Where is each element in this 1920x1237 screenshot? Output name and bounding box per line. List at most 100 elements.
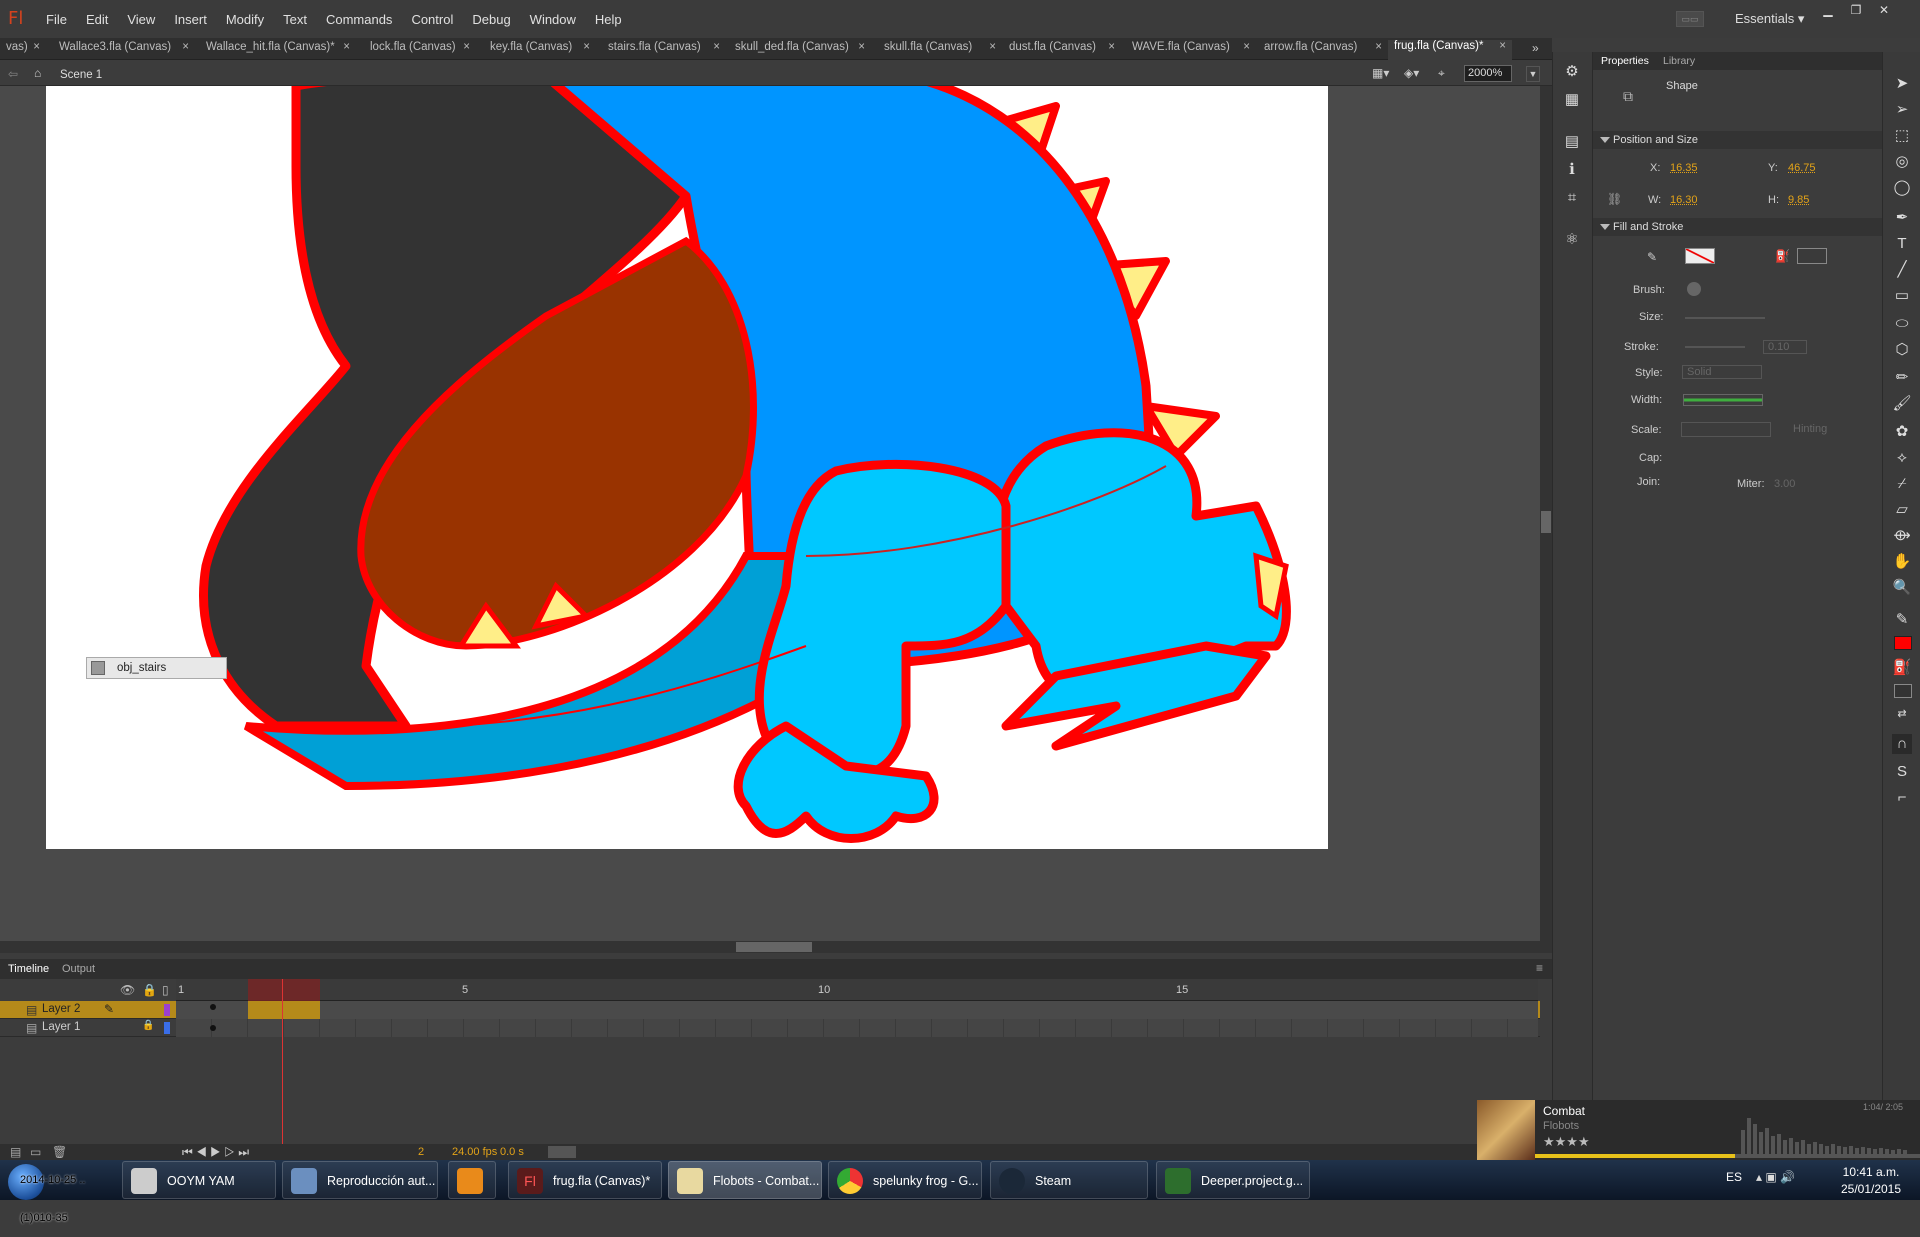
tab-11-active[interactable]: frug.fla (Canvas)* × <box>1388 40 1512 60</box>
clock[interactable]: 10:41 a.m. 25/01/2015 <box>1828 1164 1914 1198</box>
horizontal-scrollbar[interactable] <box>0 941 1552 953</box>
straighten-icon[interactable]: ⌐ <box>1892 788 1912 808</box>
outline-icon[interactable]: ▯ <box>162 983 169 997</box>
tab-8[interactable]: dust.fla (Canvas) × <box>1003 41 1121 60</box>
vertical-scroll-thumb[interactable] <box>1541 511 1551 533</box>
stroke-color-icon[interactable]: ✎ <box>1892 610 1912 630</box>
subselection-tool-icon[interactable]: ➢ <box>1892 100 1912 120</box>
playback-controls-icon[interactable]: ⏮ ◀ ▶ ▷ ⏭ <box>182 1145 249 1160</box>
frog-artwork[interactable] <box>46 86 1328 849</box>
lock-icon[interactable]: 🔒 <box>142 983 157 997</box>
tab-1[interactable]: Wallace3.fla (Canvas) × <box>53 41 195 60</box>
width-tool-icon[interactable]: ⟴ <box>1892 526 1912 546</box>
keyframe-dot[interactable] <box>210 1025 216 1031</box>
fill-color-swatch[interactable] <box>1797 248 1827 264</box>
pen-tool-icon[interactable]: ✒ <box>1892 208 1912 228</box>
tab-4[interactable]: key.fla (Canvas) × <box>484 41 596 60</box>
zoom-field[interactable]: 2000% <box>1464 65 1512 82</box>
miter-value[interactable]: 3.00 <box>1774 478 1795 490</box>
link-icon[interactable]: ⛓ <box>1607 192 1622 206</box>
lasso-tool-icon[interactable]: ◯ <box>1892 178 1912 198</box>
new-layer-icon[interactable]: ▤ <box>10 1145 21 1159</box>
minimize-icon[interactable]: ▁ <box>1818 2 1838 18</box>
language-indicator[interactable]: ES <box>1726 1170 1742 1184</box>
taskbar-item[interactable]: Reproducción aut... <box>282 1161 438 1199</box>
tab-2[interactable]: Wallace_hit.fla (Canvas)* × <box>200 41 356 60</box>
close-tab-icon[interactable]: × <box>463 41 470 53</box>
taskbar-item[interactable] <box>448 1161 496 1199</box>
free-transform-icon[interactable]: ⬚ <box>1892 126 1912 146</box>
taskbar-item-active[interactable]: Flobots - Combat... <box>668 1161 822 1199</box>
menu-control[interactable]: Control <box>411 12 453 27</box>
eraser-tool-icon[interactable]: ▱ <box>1892 500 1912 520</box>
tab-library[interactable]: Library <box>1663 55 1695 67</box>
workspace-dropdown[interactable]: Essentials ▾ <box>1735 11 1804 27</box>
info-panel-icon[interactable]: ℹ <box>1562 160 1582 180</box>
brush-tool-icon[interactable]: 🖌 <box>1892 394 1912 414</box>
components-panel-icon[interactable]: ⚛ <box>1562 230 1582 250</box>
layer-frames[interactable] <box>176 1001 1538 1019</box>
menu-file[interactable]: File <box>46 12 67 27</box>
x-value[interactable]: 16.35 <box>1670 162 1698 174</box>
keyframe-dot[interactable] <box>210 1004 216 1010</box>
tab-timeline[interactable]: Timeline <box>8 963 49 975</box>
media-player-widget[interactable]: Combat Flobots ★★★★ 1:04/ 2:05 <box>1477 1100 1920 1160</box>
workspace-switcher-icon[interactable]: ▭▭ <box>1676 11 1704 27</box>
timeline-scroll-thumb[interactable] <box>548 1146 576 1158</box>
tab-9[interactable]: WAVE.fla (Canvas) × <box>1126 41 1256 60</box>
lock-icon[interactable]: 🔒 <box>142 1020 154 1031</box>
panel-menu-icon[interactable]: ≡ <box>1536 961 1543 975</box>
tab-6[interactable]: skull_ded.fla (Canvas) × <box>729 41 871 60</box>
tabs-overflow-icon[interactable]: » <box>1532 41 1539 55</box>
menu-text[interactable]: Text <box>283 12 307 27</box>
close-tab-icon[interactable]: × <box>713 41 720 53</box>
tab-3[interactable]: lock.fla (Canvas) × <box>364 41 476 60</box>
layer-row[interactable]: ▤ Layer 2 ✎ <box>0 1001 1540 1019</box>
taskbar-item[interactable]: OOYM YAM <box>122 1161 276 1199</box>
stroke-color-swatch[interactable] <box>1685 248 1715 264</box>
layer-name[interactable]: Layer 2 <box>42 1003 80 1015</box>
style-dropdown[interactable]: Solid <box>1682 365 1762 379</box>
fill-color-icon[interactable]: ⛽ <box>1892 658 1912 678</box>
taskbar-item[interactable]: 2014-10-25 ..(1)010-35 <box>14 1161 118 1224</box>
zoom-dropdown-icon[interactable]: ▼ <box>1526 66 1540 82</box>
tab-output[interactable]: Output <box>62 963 95 975</box>
close-icon[interactable]: ✕ <box>1874 2 1894 18</box>
swap-colors-icon[interactable]: ⇄ <box>1892 704 1912 724</box>
close-tab-icon[interactable]: × <box>182 41 189 53</box>
fps-value[interactable]: 24.00 fps <box>452 1146 497 1158</box>
elapsed-time[interactable]: 0.0 s <box>500 1146 524 1158</box>
oval-tool-icon[interactable]: ⬭ <box>1892 314 1912 334</box>
new-folder-icon[interactable]: ▭ <box>30 1145 41 1159</box>
close-tab-icon[interactable]: × <box>1108 41 1115 53</box>
layer-name[interactable]: Layer 1 <box>42 1021 80 1033</box>
width-profile-dropdown[interactable] <box>1683 394 1763 406</box>
deco-tool-icon[interactable]: ✿ <box>1892 422 1912 442</box>
playhead[interactable] <box>282 979 283 1144</box>
edit-symbols-icon[interactable]: ◈▾ <box>1404 66 1419 80</box>
tab-0[interactable]: vas) × <box>0 41 46 60</box>
current-frame[interactable]: 2 <box>418 1146 424 1158</box>
text-tool-icon[interactable]: T <box>1892 234 1912 254</box>
menu-commands[interactable]: Commands <box>326 12 392 27</box>
size-slider[interactable] <box>1685 317 1765 319</box>
close-tab-icon[interactable]: × <box>1499 40 1506 52</box>
taskbar-item[interactable]: Steam <box>990 1161 1148 1199</box>
3d-rotation-icon[interactable]: ◎ <box>1892 152 1912 172</box>
stroke-value[interactable]: 0.10 <box>1763 340 1807 354</box>
menu-debug[interactable]: Debug <box>472 12 510 27</box>
taskbar-item[interactable]: spelunky frog - G... <box>828 1161 982 1199</box>
stroke-slider[interactable] <box>1685 346 1745 348</box>
pencil-tool-icon[interactable]: ✏ <box>1892 368 1912 388</box>
timeline-ruler[interactable]: 1 5 10 15 <box>176 979 1538 1001</box>
close-tab-icon[interactable]: × <box>343 41 350 53</box>
menu-edit[interactable]: Edit <box>86 12 108 27</box>
tab-7[interactable]: skull.fla (Canvas) × <box>878 41 1002 60</box>
polystar-tool-icon[interactable]: ⬡ <box>1892 340 1912 360</box>
progress-track[interactable] <box>1535 1154 1920 1158</box>
layer-row[interactable]: ▤ Layer 1 🔒 <box>0 1019 1540 1037</box>
center-stage-icon[interactable]: ⌖ <box>1438 66 1445 81</box>
menu-window[interactable]: Window <box>530 12 576 27</box>
bone-tool-icon[interactable]: ⟡ <box>1892 448 1912 468</box>
rectangle-tool-icon[interactable]: ▭ <box>1892 286 1912 306</box>
